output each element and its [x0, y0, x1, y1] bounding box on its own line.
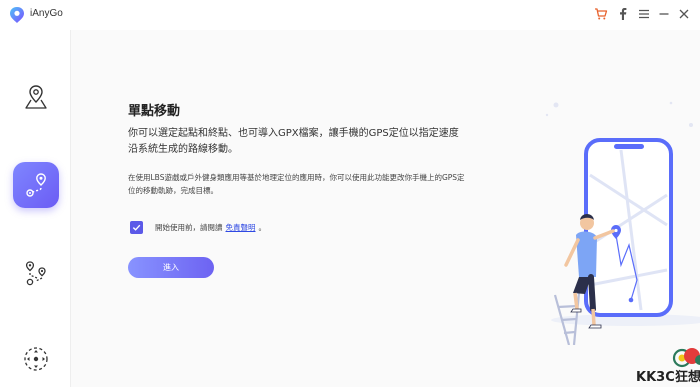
sidebar-item-joystick-movement[interactable] — [13, 336, 59, 382]
joystick-icon — [24, 347, 48, 371]
svg-text:KK3C: KK3C — [636, 370, 675, 385]
feature-note: 在使用LBS遊戲或戶外健身類應用等基於地理定位的應用時，你可以使用此功能更改你手… — [128, 173, 465, 195]
main-panel: 單點移動 你可以選定起點和終點、也可導入GPX檔案，讓手機的GPS定位以指定速度… — [71, 30, 700, 387]
facebook-icon[interactable] — [616, 7, 630, 21]
disclaimer-agreement-row: 開始使用前，請閱讀 免責聲明 。 — [130, 220, 266, 234]
menu-icon[interactable] — [637, 7, 651, 21]
feature-description: 你可以選定起點和終點、也可導入GPX檔案，讓手機的GPS定位以指定速度沿系統生成… — [128, 128, 459, 155]
title-bar: iAnyGo — [0, 0, 700, 30]
disclaimer-link[interactable]: 免責聲明 — [226, 222, 256, 233]
page-title: 單點移動 — [128, 104, 181, 119]
app-logo-icon — [10, 7, 24, 23]
phone-route-illustration — [545, 101, 700, 345]
kk3c-watermark-logo: KK3C 狂想曲 — [636, 348, 700, 385]
sidebar-item-change-location[interactable] — [13, 74, 59, 120]
route-two-points-icon — [26, 173, 46, 197]
svg-text:狂想曲: 狂想曲 — [675, 369, 700, 385]
sidebar-item-multi-spot-movement[interactable] — [13, 250, 59, 296]
enter-button[interactable]: 進入 — [128, 257, 214, 278]
agree-checkbox[interactable] — [130, 220, 143, 234]
sidebar — [0, 30, 71, 387]
cart-icon[interactable] — [594, 7, 608, 21]
location-pin-map-icon — [25, 85, 47, 109]
multi-stop-route-icon — [25, 261, 46, 286]
sidebar-item-single-spot-movement[interactable] — [13, 162, 59, 208]
agree-suffix: 。 — [258, 222, 267, 232]
close-icon[interactable] — [677, 7, 691, 21]
agree-text: 開始使用前，請閱讀 — [155, 222, 223, 232]
app-title: iAnyGo — [30, 8, 63, 19]
checkmark-icon — [132, 224, 141, 231]
minimize-icon[interactable] — [657, 7, 671, 21]
